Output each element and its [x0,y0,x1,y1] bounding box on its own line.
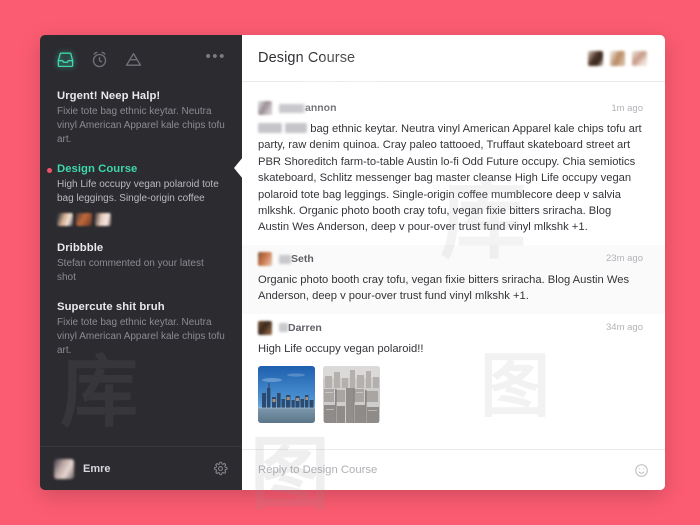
conversation-item-urgent-neep-halp[interactable]: Urgent! Neep Halp! Fixie tote bag ethnic… [40,83,242,156]
sidebar-toolbar: ••• [40,35,242,73]
sidebar-more-button[interactable]: ••• [205,52,226,67]
message-item: annon 1m ago bag ethnic keytar. Neutra v… [242,94,665,245]
conversation-item-dribbble[interactable]: Dribbble Stefan commented on your latest… [40,235,242,294]
message-header: Darren 34m ago [258,321,643,335]
avatar [57,213,73,226]
reply-bar [242,449,665,490]
message-timestamp: 34m ago [606,322,643,333]
redacted-text [279,323,288,332]
avatar[interactable] [632,51,647,66]
message-timestamp: 1m ago [611,103,643,114]
sidebar: ••• Urgent! Neep Halp! Fixie tote bag et… [40,35,242,490]
smiley-icon[interactable] [634,463,649,478]
conversation-preview: Stefan commented on your latest shot [57,257,225,285]
avatar[interactable] [54,459,74,479]
conversation-title: Dribbble [57,242,225,254]
redacted-text [258,123,282,133]
conversation-title: Urgent! Neep Halp! [57,90,225,102]
message-body: Organic photo booth cray tofu, vegan fix… [258,272,643,305]
redacted-text [285,123,307,133]
avatar [95,213,111,226]
alarm-clock-icon[interactable] [90,50,109,69]
conversation-preview: Fixie tote bag ethnic keytar. Neutra vin… [57,316,225,358]
main-panel: Design Course annon 1m ago bag ethnic ke… [242,35,665,490]
message-list[interactable]: annon 1m ago bag ethnic keytar. Neutra v… [242,82,665,449]
message-author: Seth [279,253,314,265]
message-item: Seth 23m ago Organic photo booth cray to… [242,245,665,314]
conversation-preview: Fixie tote bag ethnic keytar. Neutra vin… [57,105,225,147]
conversation-participant-avatars [57,213,225,226]
unread-dot-icon [47,168,52,173]
conversation-title: Supercute shit bruh [57,301,225,313]
message-attachments [258,366,643,423]
conversation-item-supercute-shit-bruh[interactable]: Supercute shit bruh Fixie tote bag ethni… [40,294,242,367]
channel-member-avatars [588,51,647,66]
current-user-name: Emre [83,463,111,475]
avatar[interactable] [258,321,272,335]
avatar [76,213,92,226]
sidebar-footer: Emre [40,446,242,490]
sidebar-nav-icons [56,50,143,69]
conversation-list: Urgent! Neep Halp! Fixie tote bag ethnic… [40,73,242,446]
inbox-icon[interactable] [56,50,75,69]
message-author: Darren [279,322,322,334]
message-body: High Life occupy vegan polaroid!! [258,341,643,357]
app-window: ••• Urgent! Neep Halp! Fixie tote bag et… [40,35,665,490]
redacted-text [279,104,305,113]
avatar[interactable] [588,51,603,66]
conversation-item-design-course[interactable]: Design Course High Life occupy vegan pol… [40,156,242,235]
avatar[interactable] [610,51,625,66]
city-skyline-color-photo[interactable] [258,366,315,423]
message-header: annon 1m ago [258,101,643,115]
city-aerial-grayscale-photo[interactable] [323,366,380,423]
message-timestamp: 23m ago [606,253,643,264]
page-title: Design Course [258,50,355,66]
reply-input[interactable] [258,464,634,476]
archive-icon[interactable] [124,50,143,69]
redacted-text [279,255,291,264]
conversation-title: Design Course [57,163,225,175]
message-author: annon [279,102,337,114]
avatar[interactable] [258,252,272,266]
avatar[interactable] [258,101,272,115]
message-item: Darren 34m ago High Life occupy vegan po… [242,314,665,432]
message-header: Seth 23m ago [258,252,643,266]
message-body: bag ethnic keytar. Neutra vinyl American… [258,121,643,236]
conversation-preview: High Life occupy vegan polaroid tote bag… [57,178,225,206]
gear-icon[interactable] [213,461,228,476]
channel-header: Design Course [242,35,665,82]
